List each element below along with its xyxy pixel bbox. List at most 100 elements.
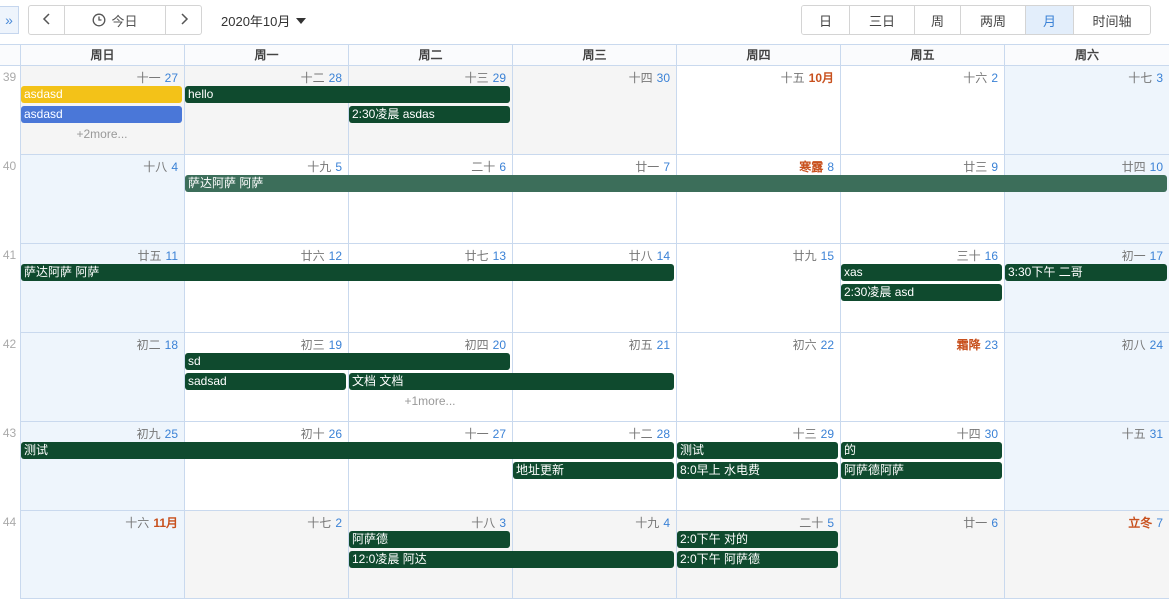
day-cell[interactable]: 十七 3 bbox=[1004, 66, 1169, 155]
more-events-link[interactable]: +1more... bbox=[348, 393, 512, 409]
day-number: 29 bbox=[820, 427, 834, 441]
calendar-event[interactable]: 文档 文档 bbox=[349, 373, 674, 390]
today-button[interactable]: 今日 bbox=[64, 6, 166, 34]
day-number: 6 bbox=[499, 160, 506, 174]
day-label: 十七 3 bbox=[1128, 69, 1163, 86]
calendar-event[interactable]: asdasd bbox=[21, 86, 182, 103]
day-number: 19 bbox=[328, 338, 342, 352]
calendar-event[interactable]: 的 bbox=[841, 442, 1002, 459]
lunar-date: 初三 bbox=[300, 338, 325, 352]
lunar-date: 十二 bbox=[300, 71, 325, 85]
calendar-event[interactable]: sd bbox=[185, 353, 510, 370]
view-button-1[interactable]: 三日 bbox=[849, 6, 914, 34]
lunar-date: 十四 bbox=[628, 71, 653, 85]
calendar-event[interactable]: 测试 bbox=[21, 442, 674, 459]
day-cell[interactable]: 寒露 8 bbox=[676, 155, 840, 244]
day-label: 廿三 9 bbox=[963, 158, 998, 175]
day-number: 22 bbox=[820, 338, 834, 352]
view-button-0[interactable]: 日 bbox=[802, 6, 849, 34]
day-cell[interactable]: 二十 6 bbox=[348, 155, 512, 244]
day-label: 十三 29 bbox=[793, 425, 834, 442]
expand-sidebar-button[interactable]: » bbox=[0, 6, 19, 34]
day-cell[interactable]: 廿四 10 bbox=[1004, 155, 1169, 244]
day-cell[interactable]: 十四 30 bbox=[512, 66, 676, 155]
day-label: 十一 27 bbox=[465, 425, 506, 442]
more-events-link[interactable]: +2more... bbox=[20, 126, 184, 142]
day-number: 20 bbox=[492, 338, 506, 352]
calendar-event[interactable]: 2:0下午 对的 bbox=[677, 531, 838, 548]
day-label: 初八 24 bbox=[1122, 336, 1163, 353]
week-number: 42 bbox=[2, 337, 17, 351]
calendar-event[interactable]: 阿萨德阿萨 bbox=[841, 462, 1002, 479]
day-cell[interactable]: 十五 10月 bbox=[676, 66, 840, 155]
day-cell[interactable]: 十六 11月 bbox=[20, 511, 184, 599]
calendar-event[interactable]: 8:0早上 水电费 bbox=[677, 462, 838, 479]
calendar-event[interactable]: hello bbox=[185, 86, 510, 103]
week-number-cell: 39 bbox=[0, 66, 20, 155]
calendar-event[interactable]: 萨达阿萨 阿萨 bbox=[21, 264, 674, 281]
day-cell[interactable]: 十二 28 bbox=[184, 66, 348, 155]
day-label: 立冬 7 bbox=[1128, 514, 1163, 531]
day-cell[interactable]: 廿五 11 bbox=[20, 244, 184, 333]
calendar-event[interactable]: xas bbox=[841, 264, 1002, 281]
weekday-header: 周日 周一 周二 周三 周四 周五 周六 bbox=[0, 44, 1169, 66]
view-button-3[interactable]: 两周 bbox=[960, 6, 1025, 34]
day-cell[interactable]: 立冬 7 bbox=[1004, 511, 1169, 599]
day-number: 3 bbox=[1156, 71, 1163, 85]
day-cell[interactable]: 初一 17 bbox=[1004, 244, 1169, 333]
day-cell[interactable]: 十八 4 bbox=[20, 155, 184, 244]
day-cell[interactable]: 初二 18 bbox=[20, 333, 184, 422]
day-number: 4 bbox=[663, 516, 670, 530]
calendar-event[interactable]: 2:30凌晨 asdas bbox=[349, 106, 510, 123]
day-cell[interactable]: 霜降 23 bbox=[840, 333, 1004, 422]
day-cell[interactable]: 廿一 7 bbox=[512, 155, 676, 244]
day-label: 寒露 8 bbox=[799, 158, 834, 175]
day-cell[interactable]: 十九 5 bbox=[184, 155, 348, 244]
day-cell[interactable]: 十一 27 bbox=[348, 422, 512, 511]
weekday-header-2: 周二 bbox=[348, 45, 512, 66]
day-cell[interactable]: 廿三 9 bbox=[840, 155, 1004, 244]
day-cell[interactable]: 十七 2 bbox=[184, 511, 348, 599]
week-number-cell: 43 bbox=[0, 422, 20, 511]
prev-period-button[interactable] bbox=[29, 6, 64, 34]
month-picker[interactable]: 2020年10月 bbox=[221, 11, 307, 30]
day-label: 十九 4 bbox=[635, 514, 670, 531]
calendar-event[interactable]: 12:0凌晨 阿达 bbox=[349, 551, 674, 568]
day-cell[interactable]: 十五 31 bbox=[1004, 422, 1169, 511]
day-number: 7 bbox=[1156, 516, 1163, 530]
weekday-header-0: 周日 bbox=[20, 45, 184, 66]
day-cell[interactable]: 廿九 15 bbox=[676, 244, 840, 333]
day-label: 廿七 13 bbox=[465, 247, 506, 264]
lunar-date: 初一 bbox=[1121, 249, 1146, 263]
weekday-header-3: 周三 bbox=[512, 45, 676, 66]
calendar-event[interactable]: 阿萨德 bbox=[349, 531, 510, 548]
lunar-date: 十五 bbox=[780, 71, 805, 85]
calendar-event[interactable]: 萨达阿萨 阿萨 bbox=[185, 175, 1167, 192]
view-button-2[interactable]: 周 bbox=[914, 6, 960, 34]
week-number: 41 bbox=[2, 248, 17, 262]
day-number: 27 bbox=[492, 427, 506, 441]
calendar-event[interactable]: 2:30凌晨 asd bbox=[841, 284, 1002, 301]
calendar-event[interactable]: 测试 bbox=[677, 442, 838, 459]
day-cell[interactable]: 十六 2 bbox=[840, 66, 1004, 155]
today-label: 今日 bbox=[111, 13, 138, 29]
calendar-event[interactable]: 地址更新 bbox=[513, 462, 674, 479]
calendar-event[interactable]: sadsad bbox=[185, 373, 346, 390]
calendar-event[interactable]: 2:0下午 阿萨德 bbox=[677, 551, 838, 568]
day-number: 23 bbox=[984, 338, 998, 352]
day-cell[interactable]: 初六 22 bbox=[676, 333, 840, 422]
day-label: 初九 25 bbox=[137, 425, 178, 442]
next-period-button[interactable] bbox=[166, 6, 201, 34]
calendar-event[interactable]: asdasd bbox=[21, 106, 182, 123]
day-cell[interactable]: 廿六 12 bbox=[184, 244, 348, 333]
day-cell[interactable]: 初十 26 bbox=[184, 422, 348, 511]
day-cell[interactable]: 廿七 13 bbox=[348, 244, 512, 333]
day-cell[interactable]: 初八 24 bbox=[1004, 333, 1169, 422]
view-button-5[interactable]: 时间轴 bbox=[1073, 6, 1150, 34]
view-button-4[interactable]: 月 bbox=[1025, 6, 1073, 34]
caret-down-icon bbox=[296, 17, 307, 24]
day-cell[interactable]: 廿一 6 bbox=[840, 511, 1004, 599]
day-cell[interactable]: 廿八 14 bbox=[512, 244, 676, 333]
day-cell[interactable]: 初九 25 bbox=[20, 422, 184, 511]
calendar-event[interactable]: 3:30下午 二哥 bbox=[1005, 264, 1167, 281]
